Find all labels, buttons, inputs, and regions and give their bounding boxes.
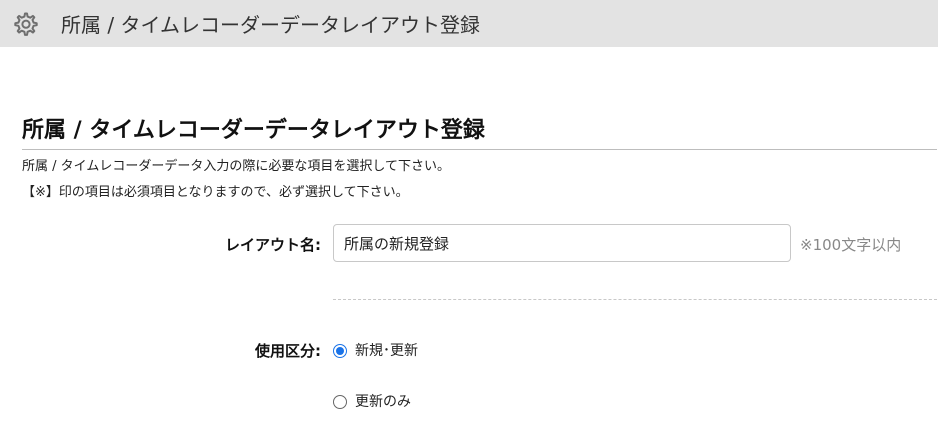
radio-button-update-only[interactable] [333,395,347,409]
radio-label-new-update[interactable]: 新規･更新 [355,341,418,361]
description-line-1: 所属 / タイムレコーダーデータ入力の際に必要な項目を選択して下さい。 [22,159,450,174]
gear-icon[interactable] [12,11,38,37]
title-bar: 所属 / タイムレコーダーデータレイアウト登録 [0,0,938,47]
layout-name-hint: ※100文字以内 [800,236,902,254]
field-separator [333,299,937,300]
description-line-2: 【※】印の項目は必須項目となりますので、必ず選択して下さい。 [22,185,409,200]
usage-label: 使用区分: [255,342,321,360]
usage-option-update-only[interactable]: 更新のみ [333,392,411,412]
window-title: 所属 / タイムレコーダーデータレイアウト登録 [61,13,481,37]
layout-name-label: レイアウト名: [225,236,321,254]
radio-button-new-update[interactable] [333,344,347,358]
usage-option-new-update[interactable]: 新規･更新 [333,341,418,361]
radio-label-update-only[interactable]: 更新のみ [355,392,411,412]
heading-divider [22,149,937,150]
layout-name-input[interactable] [333,224,791,262]
page-title: 所属 / タイムレコーダーデータレイアウト登録 [22,118,485,143]
